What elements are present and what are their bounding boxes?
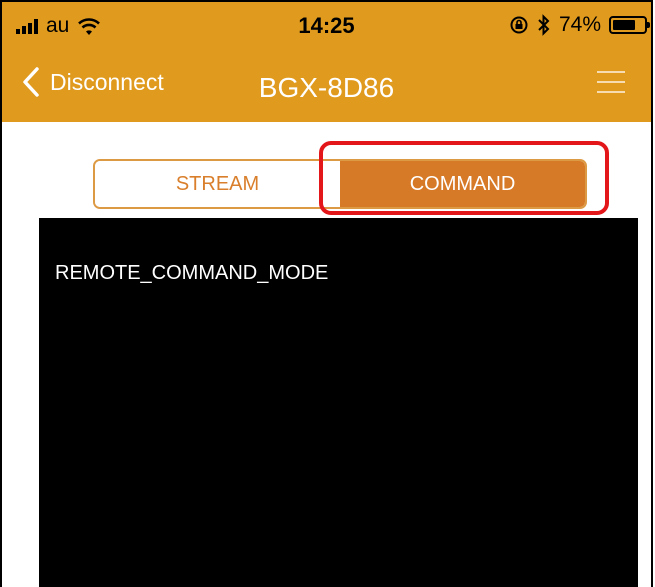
status-right: 74% bbox=[509, 13, 650, 37]
app-header: au 14:25 74% Disconnect BGX-8D86 bbox=[2, 2, 651, 122]
disconnect-button[interactable]: Disconnect bbox=[22, 66, 164, 98]
orientation-lock-icon bbox=[510, 16, 528, 34]
battery-percent: 74% bbox=[558, 13, 601, 36]
app-screen: au 14:25 74% Disconnect BGX-8D86 STREAM … bbox=[0, 0, 653, 587]
mode-segmented-control: STREAM COMMAND bbox=[93, 159, 587, 209]
hamburger-menu-icon[interactable] bbox=[595, 69, 627, 95]
terminal-line: REMOTE_COMMAND_MODE bbox=[55, 262, 329, 284]
navigation-bar: Disconnect BGX-8D86 bbox=[2, 52, 651, 122]
tab-stream[interactable]: STREAM bbox=[95, 161, 340, 207]
terminal-output[interactable]: REMOTE_COMMAND_MODE bbox=[39, 218, 638, 587]
battery-fill bbox=[613, 20, 635, 30]
battery-icon bbox=[609, 16, 650, 34]
status-bar: au 14:25 74% bbox=[2, 2, 651, 52]
disconnect-label: Disconnect bbox=[50, 68, 164, 95]
chevron-left-icon bbox=[23, 67, 39, 97]
tab-command[interactable]: COMMAND bbox=[340, 161, 585, 207]
bluetooth-icon bbox=[538, 14, 550, 36]
